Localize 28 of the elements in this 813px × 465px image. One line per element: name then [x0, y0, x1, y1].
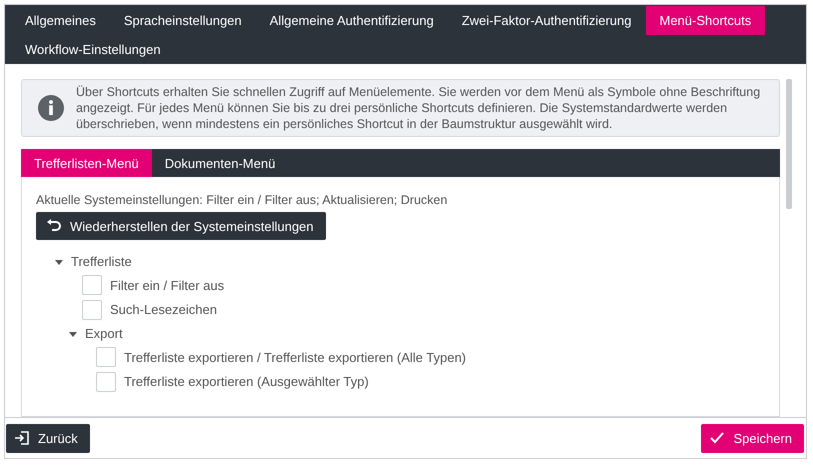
- save-button[interactable]: Speichern: [701, 424, 804, 452]
- tab[interactable]: Trefferlisten-Menü: [21, 149, 152, 177]
- exit-icon: [14, 430, 30, 446]
- check-icon: [709, 431, 726, 445]
- tree-item-label: Filter ein / Filter aus: [110, 278, 224, 293]
- tree-group-label[interactable]: Export: [85, 326, 123, 341]
- checkbox[interactable]: [96, 347, 116, 368]
- tree-group-label[interactable]: Trefferliste: [71, 254, 132, 269]
- checkbox[interactable]: [96, 372, 116, 392]
- scrollbar[interactable]: [786, 79, 792, 209]
- undo-icon: [46, 219, 62, 233]
- tree-item-label: Such-Lesezeichen: [110, 302, 217, 318]
- tree-item-label: Trefferliste exportieren / Trefferliste exportieren (Alle Typen): [124, 350, 466, 365]
- tab[interactable]: Workflow-Einstellungen: [11, 35, 175, 64]
- tab[interactable]: Dokumenten-Menü: [152, 149, 288, 177]
- current-settings-text: Aktuelle Systemeinstellungen: Filter ein / Filter aus; Aktualisieren; Drucken: [36, 193, 448, 207]
- tab[interactable]: Allgemeines: [11, 6, 110, 35]
- tab[interactable]: Zwei-Faktor-Authentifizierung: [448, 6, 646, 35]
- restore-button[interactable]: Wiederherstellen der Systemeinstellungen: [36, 212, 326, 240]
- info-text: Über Shortcuts erhalten Sie schnellen Zugriff auf Menüelemente. Sie werden vor dem Menü als Symbole ohne Beschriftung angezeigt. Für jedes Menü können Sie bis zu drei persönliche Shortcuts definieren. Die Systemstandardwerte werden überschrieben, wenn mindestens ein persönliches Shortcut in der Baumstruktur ausgewählt wird.: [76, 84, 762, 132]
- tab[interactable]: Spracheinstellungen: [110, 6, 256, 35]
- back-button[interactable]: Zurück: [6, 424, 90, 452]
- info-icon: [38, 95, 64, 121]
- tree-item-label: Trefferliste exportieren (Ausgewählter Typ): [124, 374, 369, 390]
- checkbox[interactable]: [82, 275, 102, 296]
- tab[interactable]: Menü-Shortcuts: [646, 6, 766, 35]
- checkbox[interactable]: [82, 300, 102, 320]
- tab[interactable]: Allgemeine Authentifizierung: [256, 6, 448, 35]
